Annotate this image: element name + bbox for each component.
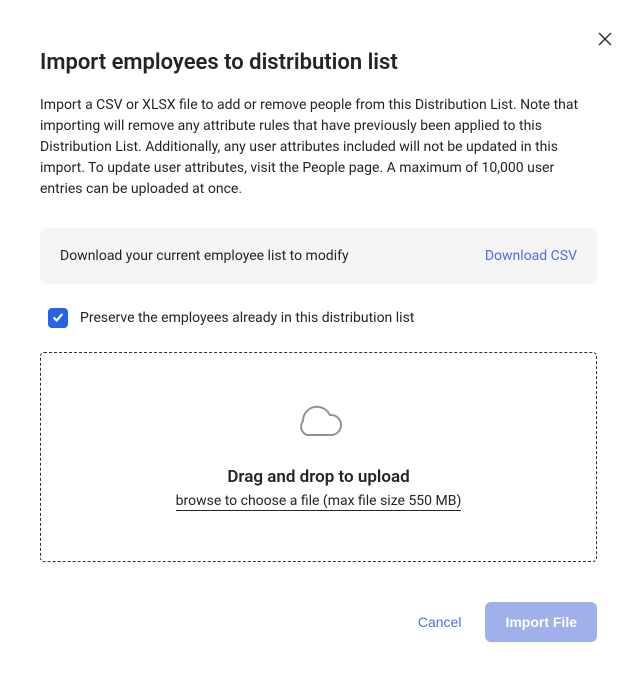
dialog-footer: Cancel Import File: [40, 602, 597, 642]
dropzone-title: Drag and drop to upload: [227, 467, 409, 487]
download-box: Download your current employee list to m…: [40, 228, 597, 284]
file-dropzone[interactable]: Drag and drop to upload browse to choose…: [40, 352, 597, 562]
cancel-button[interactable]: Cancel: [414, 606, 466, 638]
import-dialog: Import employees to distribution list Im…: [0, 0, 637, 674]
download-text: Download your current employee list to m…: [60, 248, 349, 264]
preserve-checkbox-row: Preserve the employees already in this d…: [40, 308, 597, 328]
dialog-description: Import a CSV or XLSX file to add or remo…: [40, 95, 597, 200]
cloud-upload-icon: [295, 403, 343, 447]
preserve-checkbox-label: Preserve the employees already in this d…: [80, 310, 414, 326]
close-icon: [597, 31, 613, 50]
import-file-button[interactable]: Import File: [485, 602, 597, 642]
browse-file-link[interactable]: browse to choose a file (max file size 5…: [176, 493, 462, 511]
preserve-checkbox[interactable]: [48, 308, 68, 328]
dialog-title: Import employees to distribution list: [40, 50, 597, 75]
download-csv-link[interactable]: Download CSV: [485, 248, 577, 264]
check-icon: [51, 309, 65, 328]
close-button[interactable]: [593, 28, 617, 52]
